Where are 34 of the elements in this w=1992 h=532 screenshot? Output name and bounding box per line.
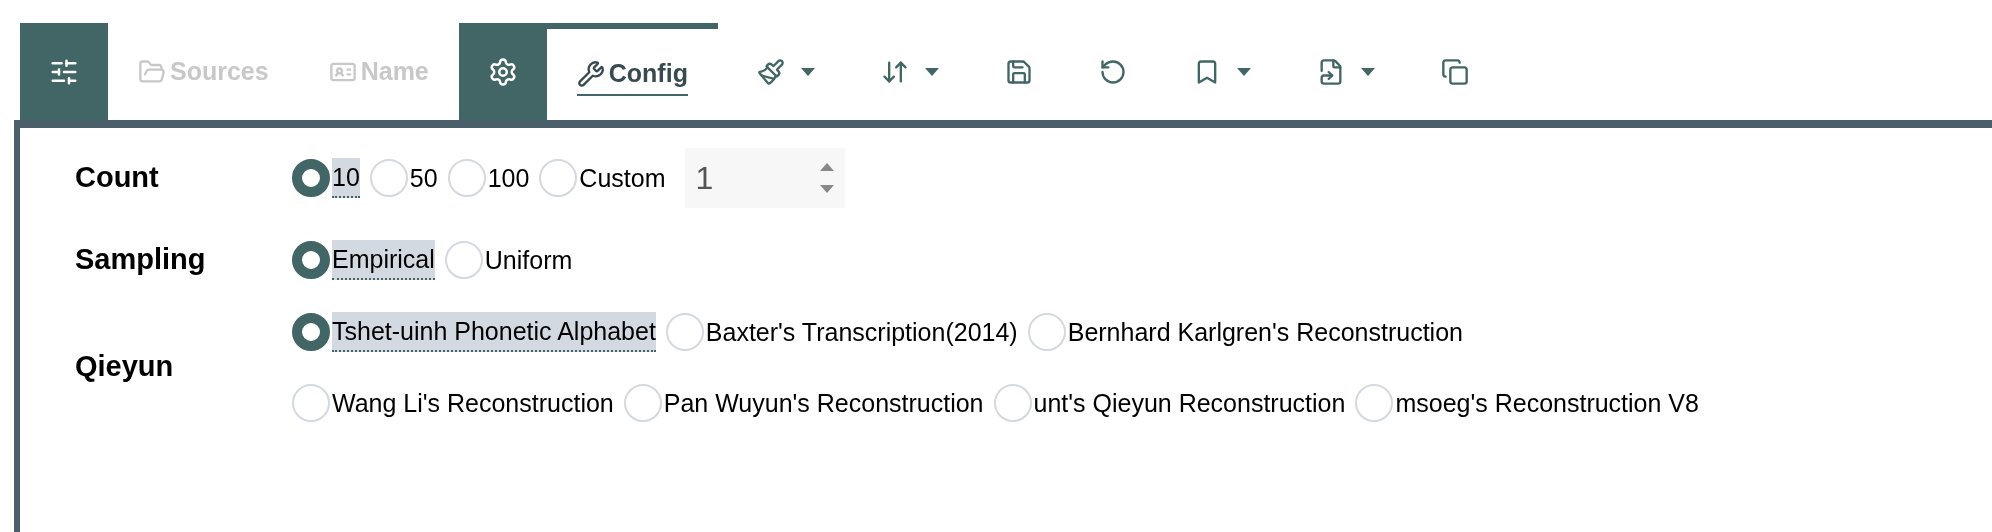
- save-icon: [1004, 57, 1033, 86]
- toggle-button[interactable]: [20, 23, 108, 120]
- number-field[interactable]: 1: [685, 148, 846, 208]
- option-label: Wang Li's Reconstruction: [332, 387, 614, 419]
- setting-label: Sampling: [75, 242, 207, 277]
- setting-label: Count: [75, 160, 160, 196]
- tab[interactable]: Config: [576, 52, 688, 97]
- option-label: Tshet-uinh Phonetic Alphabet: [332, 311, 656, 352]
- radio-button[interactable]: [292, 240, 330, 279]
- undo-icon: [1098, 57, 1127, 86]
- option-label: 10: [332, 158, 360, 198]
- option-label: Pan Wuyun's Reconstruction: [663, 387, 984, 419]
- option-label: 100: [487, 163, 530, 194]
- option-label: Empirical: [332, 239, 435, 280]
- toggle-button[interactable]: [458, 23, 547, 120]
- radio-button[interactable]: [292, 312, 330, 351]
- radio-button[interactable]: [292, 159, 330, 197]
- settings-icon: [487, 56, 518, 87]
- option-label: unt's Qieyun Reconstruction: [1033, 387, 1346, 419]
- wrench-icon: [576, 59, 605, 88]
- option-label: msoeg's Reconstruction V8: [1395, 387, 1699, 419]
- paintbrush-icon: [756, 57, 785, 86]
- caret-icon: [1360, 67, 1375, 76]
- setting-label: Qieyun: [75, 348, 175, 384]
- option-label: Uniform: [484, 244, 573, 276]
- caret-icon: [1236, 67, 1251, 76]
- option-label: Bernhard Karlgren's Reconstruction: [1067, 316, 1463, 348]
- option-label: Baxter's Transcription(2014): [705, 316, 1018, 348]
- option-label: Custom: [579, 163, 666, 194]
- caret-icon: [924, 67, 939, 76]
- spinner-icon: [819, 161, 836, 195]
- option-label: 50: [409, 163, 438, 194]
- caret-icon: [800, 67, 815, 76]
- copy-icon: [1440, 57, 1469, 86]
